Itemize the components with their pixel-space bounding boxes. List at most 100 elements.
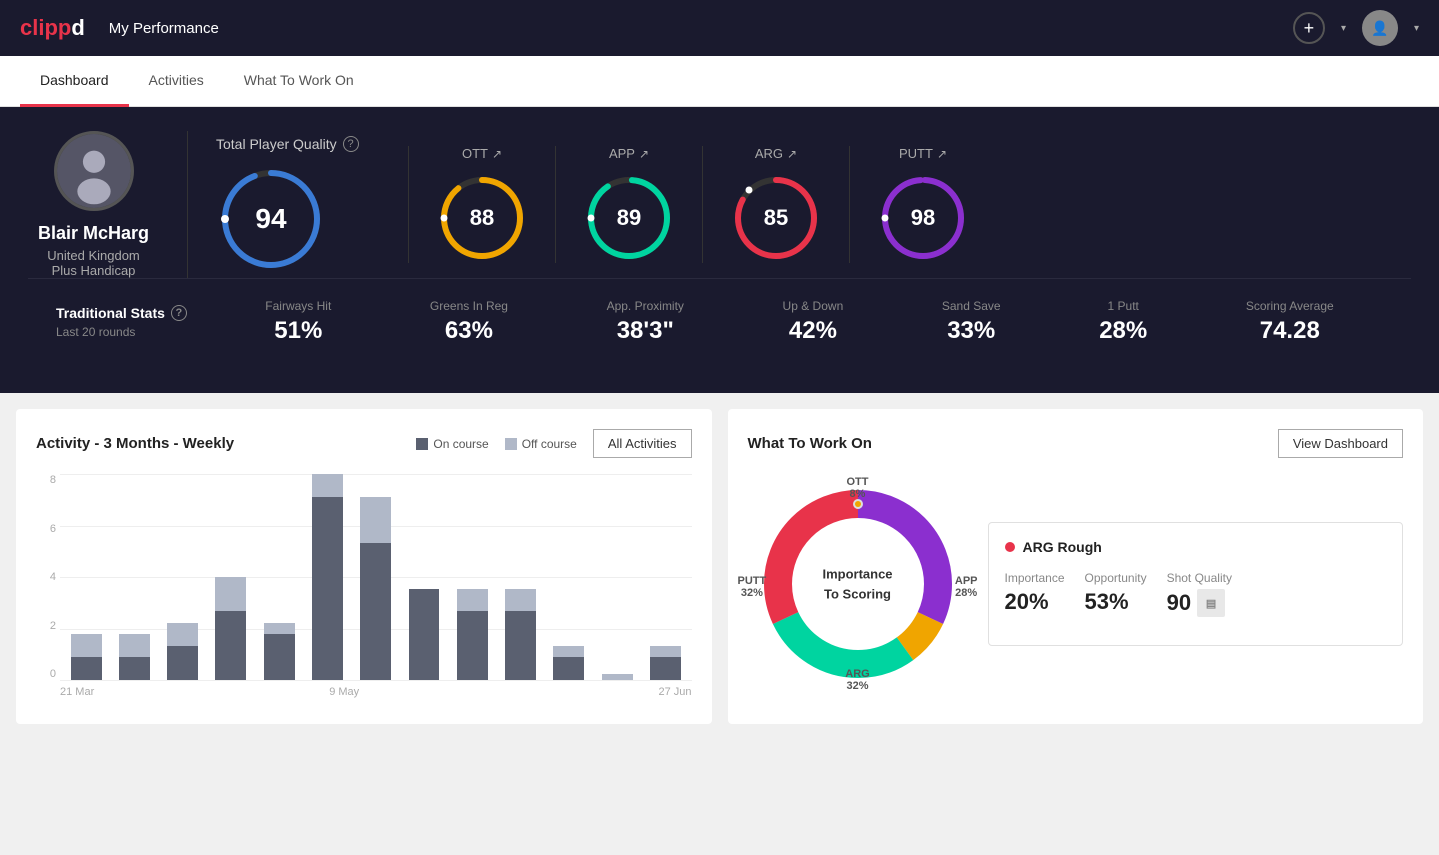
bar-group <box>354 474 398 680</box>
player-section: Blair McHarg United Kingdom Plus Handica… <box>28 131 1411 278</box>
score-badge: ▤ <box>1197 589 1225 617</box>
bar-on-course <box>409 589 440 680</box>
bar-off-course <box>215 577 246 611</box>
x-label-jun: 27 Jun <box>658 686 691 698</box>
quality-scores: Total Player Quality ? 94 <box>188 131 1411 278</box>
avatar-dropdown-arrow: ▾ <box>1414 23 1419 34</box>
all-activities-button[interactable]: All Activities <box>593 429 692 458</box>
bar-on-course <box>553 657 584 680</box>
player-country: United Kingdom <box>47 248 140 263</box>
total-quality: Total Player Quality ? 94 <box>216 136 376 274</box>
y-label-4: 4 <box>50 571 56 583</box>
stats-banner: Blair McHarg United Kingdom Plus Handica… <box>0 107 1439 393</box>
tq-label: Total Player Quality ? <box>216 136 359 152</box>
logo: clippd <box>20 15 85 41</box>
on-course-color <box>416 438 428 450</box>
score-circles: OTT ↗ 88 APP <box>408 146 1411 263</box>
bar-on-course <box>312 497 343 680</box>
tab-what-to-work-on[interactable]: What To Work On <box>224 56 374 107</box>
header: clippd My Performance + ▾ 👤 ▾ <box>0 0 1439 56</box>
bar-on-course <box>215 611 246 680</box>
putt-arrow: ↗ <box>937 147 947 161</box>
donut-center: Importance To Scoring <box>822 565 892 604</box>
score-ott: OTT ↗ 88 <box>408 146 555 263</box>
tab-activities[interactable]: Activities <box>129 56 224 107</box>
stat-gir: Greens In Reg 63% <box>430 299 508 345</box>
legend-on-course: On course <box>416 437 488 451</box>
legend-off-course: Off course <box>505 437 577 451</box>
bar <box>650 646 681 680</box>
avatar-initials: 👤 <box>1371 20 1388 37</box>
bar-off-course <box>360 497 391 543</box>
stat-updown: Up & Down 42% <box>783 299 844 345</box>
activity-title: Activity - 3 Months - Weekly <box>36 435 234 452</box>
info-icon: ? <box>343 136 359 152</box>
bar-off-course <box>457 589 488 612</box>
y-label-0: 0 <box>50 668 56 680</box>
bar-on-course <box>505 611 536 680</box>
activity-header: Activity - 3 Months - Weekly On course O… <box>36 429 692 458</box>
donut-chart: Importance To Scoring OTT 8% APP 28% ARG… <box>748 474 968 694</box>
opportunity-col: Opportunity 53% <box>1085 571 1147 617</box>
ott-circle: 88 <box>437 173 527 263</box>
ott-value: 88 <box>470 205 494 231</box>
app-arrow: ↗ <box>639 147 649 161</box>
bar-group <box>64 474 108 680</box>
putt-circle: 98 <box>878 173 968 263</box>
bar-on-course <box>71 657 102 680</box>
arg-arrow: ↗ <box>787 147 797 161</box>
bottom-panels: Activity - 3 Months - Weekly On course O… <box>0 393 1439 740</box>
traditional-stats: Traditional Stats ? Last 20 rounds Fairw… <box>28 278 1411 365</box>
info-card: ARG Rough Importance 20% Opportunity 53%… <box>988 522 1404 646</box>
x-label-mar: 21 Mar <box>60 686 94 698</box>
bar-on-course <box>264 634 295 680</box>
chart-legend: On course Off course <box>416 437 577 451</box>
info-card-metrics: Importance 20% Opportunity 53% Shot Qual… <box>1005 571 1387 617</box>
trad-stats-label: Traditional Stats ? Last 20 rounds <box>56 305 216 339</box>
y-label-8: 8 <box>50 474 56 486</box>
bar-group <box>402 474 446 680</box>
total-score-circle: 94 <box>216 164 326 274</box>
trad-info-icon: ? <box>171 305 187 321</box>
wtwo-title: What To Work On <box>748 435 872 452</box>
view-dashboard-button[interactable]: View Dashboard <box>1278 429 1403 458</box>
bar-on-course <box>167 646 198 680</box>
bar-off-course <box>312 474 343 497</box>
arg-label: ARG 32% <box>845 668 869 692</box>
bar-on-course <box>457 611 488 680</box>
trad-stats-values: Fairways Hit 51% Greens In Reg 63% App. … <box>216 299 1383 345</box>
score-putt: PUTT ↗ 98 <box>849 146 996 263</box>
add-button[interactable]: + <box>1293 12 1325 44</box>
bar-off-course <box>119 634 150 657</box>
nav-tabs: Dashboard Activities What To Work On <box>0 56 1439 107</box>
red-dot-icon <box>1005 542 1015 552</box>
bar <box>360 497 391 680</box>
header-left: clippd My Performance <box>20 15 219 41</box>
ott-arrow: ↗ <box>492 147 502 161</box>
stat-scoring: Scoring Average 74.28 <box>1246 299 1334 345</box>
bar-off-course <box>553 646 584 657</box>
bar <box>602 668 633 680</box>
avatar-button[interactable]: 👤 <box>1362 10 1398 46</box>
stat-fairways: Fairways Hit 51% <box>265 299 331 345</box>
bar-group <box>112 474 156 680</box>
tab-dashboard[interactable]: Dashboard <box>20 56 129 107</box>
trad-stats-subtitle: Last 20 rounds <box>56 325 188 339</box>
stat-proximity: App. Proximity 38'3" <box>607 299 684 345</box>
shot-quality-col: Shot Quality 90 ▤ <box>1167 571 1232 617</box>
bar <box>215 577 246 680</box>
stat-oneputt: 1 Putt 28% <box>1099 299 1147 345</box>
bar-off-course <box>167 623 198 646</box>
player-info: Blair McHarg United Kingdom Plus Handica… <box>28 131 188 278</box>
stat-sandsave: Sand Save 33% <box>942 299 1001 345</box>
bar-on-course <box>650 657 681 680</box>
x-label-may: 9 May <box>329 686 359 698</box>
header-right: + ▾ 👤 ▾ <box>1293 10 1419 46</box>
importance-col: Importance 20% <box>1005 571 1065 617</box>
logo-text: clippd <box>20 15 85 41</box>
player-handicap: Plus Handicap <box>52 263 136 278</box>
bar-off-course <box>264 623 295 634</box>
header-title: My Performance <box>109 20 219 37</box>
avatar <box>54 131 134 211</box>
add-dropdown-arrow: ▾ <box>1341 23 1346 34</box>
